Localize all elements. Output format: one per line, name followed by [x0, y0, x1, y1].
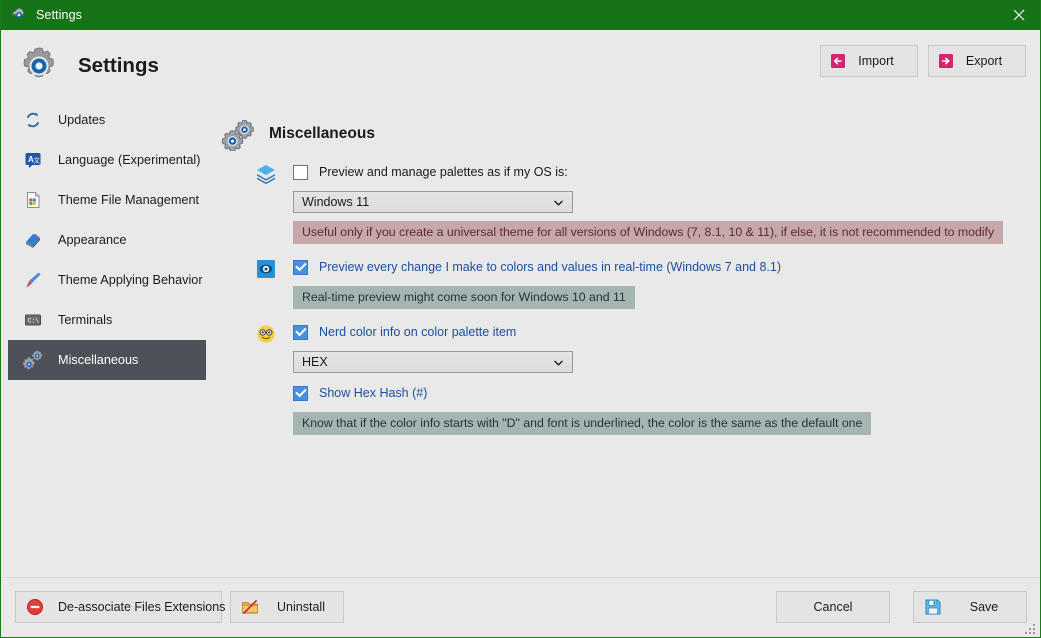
- header-actions: Import Export: [820, 45, 1026, 77]
- sidebar-item-label: Terminals: [58, 313, 113, 327]
- uninstall-button[interactable]: Uninstall: [230, 591, 344, 623]
- svg-text:文: 文: [34, 156, 41, 165]
- uninstall-folder-icon: [241, 598, 259, 616]
- import-arrow-icon: [829, 52, 847, 70]
- color-format-value: HEX: [302, 355, 328, 369]
- nerd-color-info-checkbox[interactable]: [293, 324, 308, 340]
- os-preview-label: Preview and manage palettes as if my OS …: [319, 165, 568, 179]
- nerd-face-icon: [255, 323, 277, 345]
- deny-circle-icon: [26, 598, 44, 616]
- setting-row-realtime-preview: Preview every change I make to colors an…: [255, 256, 1040, 309]
- save-button[interactable]: Save: [913, 591, 1027, 623]
- setting-row-body: Nerd color info on color palette item HE…: [293, 321, 1040, 435]
- color-format-dropdown[interactable]: HEX: [293, 351, 573, 373]
- sidebar-item-label: Theme Applying Behavior: [58, 273, 203, 287]
- gear-icon: [18, 45, 60, 87]
- export-arrow-icon: [937, 52, 955, 70]
- content-header: Miscellaneous: [213, 100, 1040, 152]
- close-icon[interactable]: [996, 0, 1040, 30]
- content-panel: Miscellaneous Preview and manage palette…: [213, 100, 1040, 578]
- export-button[interactable]: Export: [928, 45, 1026, 77]
- refresh-icon: [22, 109, 44, 131]
- chevron-down-icon: [554, 357, 563, 366]
- sidebar-item-language[interactable]: A 文 Language (Experimental): [8, 140, 206, 180]
- document-icon: [22, 189, 44, 211]
- gears-icon: [22, 349, 44, 371]
- setting-row-body: Preview and manage palettes as if my OS …: [293, 161, 1040, 244]
- show-hex-hash-checkbox-line: Show Hex Hash (#): [293, 382, 1040, 404]
- app-header: Settings Import Export: [2, 31, 1040, 100]
- settings-window: Settings Settings Import Export Updates …: [0, 0, 1041, 638]
- show-hex-hash-label: Show Hex Hash (#): [319, 386, 428, 400]
- title-bar: Settings: [1, 0, 1040, 30]
- sidebar-item-theme-file-management[interactable]: Theme File Management: [8, 180, 206, 220]
- show-hex-hash-checkbox[interactable]: [293, 385, 308, 401]
- setting-row-body: Preview every change I make to colors an…: [293, 256, 1040, 309]
- sidebar-item-theme-applying-behavior[interactable]: Theme Applying Behavior: [8, 260, 206, 300]
- sidebar-item-label: Miscellaneous: [58, 353, 139, 367]
- os-version-dropdown[interactable]: Windows 11: [293, 191, 573, 213]
- content-title: Miscellaneous: [269, 125, 375, 142]
- realtime-preview-checkbox[interactable]: [293, 259, 308, 275]
- chevron-down-icon: [554, 197, 563, 206]
- sidebar-item-terminals[interactable]: C:\ Terminals: [8, 300, 206, 340]
- realtime-preview-note: Real-time preview might come soon for Wi…: [293, 286, 635, 309]
- import-button-label: Import: [858, 54, 894, 68]
- setting-row-nerd-color-info: Nerd color info on color palette item HE…: [255, 321, 1040, 435]
- svg-text:C:\: C:\: [28, 317, 39, 324]
- save-button-label: Save: [969, 600, 999, 614]
- sidebar-item-label: Language (Experimental): [58, 153, 201, 167]
- window-title: Settings: [36, 8, 82, 22]
- resize-grip-icon[interactable]: [1025, 622, 1036, 634]
- nerd-color-info-label: Nerd color info on color palette item: [319, 325, 517, 339]
- realtime-preview-label: Preview every change I make to colors an…: [319, 260, 782, 274]
- sidebar-item-appearance[interactable]: Appearance: [8, 220, 206, 260]
- settings-rows: Preview and manage palettes as if my OS …: [213, 151, 1040, 435]
- sidebar-item-updates[interactable]: Updates: [8, 100, 206, 140]
- cancel-button[interactable]: Cancel: [776, 591, 890, 623]
- os-preview-checkbox-line: Preview and manage palettes as if my OS …: [293, 161, 1040, 183]
- de-associate-button-label: De-associate Files Extensions: [58, 600, 226, 614]
- page-title: Settings: [78, 53, 159, 77]
- brush-icon: [22, 269, 44, 291]
- gear-icon: [11, 7, 27, 23]
- export-button-label: Export: [965, 54, 1003, 68]
- cancel-button-label: Cancel: [813, 600, 853, 614]
- translate-icon: A 文: [22, 149, 44, 171]
- sidebar-item-label: Updates: [58, 113, 106, 127]
- floppy-save-icon: [924, 598, 942, 616]
- sidebar-item-label: Appearance: [58, 233, 127, 247]
- os-preview-checkbox[interactable]: [293, 164, 308, 180]
- realtime-preview-checkbox-line: Preview every change I make to colors an…: [293, 256, 1040, 278]
- import-button[interactable]: Import: [820, 45, 918, 77]
- footer-bar: De-associate Files Extensions Uninstall …: [2, 577, 1040, 636]
- uninstall-button-label: Uninstall: [277, 600, 325, 614]
- sidebar-item-label: Theme File Management: [58, 193, 200, 207]
- os-version-value: Windows 11: [302, 195, 370, 209]
- console-icon: C:\: [22, 309, 44, 331]
- gears-icon: [221, 117, 255, 152]
- palette-icon: [22, 229, 44, 251]
- nerd-color-info-checkbox-line: Nerd color info on color palette item: [293, 321, 1040, 343]
- de-associate-files-extensions-button[interactable]: De-associate Files Extensions: [15, 591, 225, 623]
- setting-row-os-preview: Preview and manage palettes as if my OS …: [255, 161, 1040, 244]
- sidebar: Updates A 文 Language (Experimental) Them…: [2, 100, 212, 578]
- nerd-color-info-note: Know that if the color info starts with …: [293, 412, 872, 435]
- eye-preview-icon: [255, 258, 277, 280]
- layers-icon: [255, 163, 277, 185]
- sidebar-item-miscellaneous[interactable]: Miscellaneous: [8, 340, 206, 380]
- os-preview-warning: Useful only if you create a universal th…: [293, 221, 1004, 244]
